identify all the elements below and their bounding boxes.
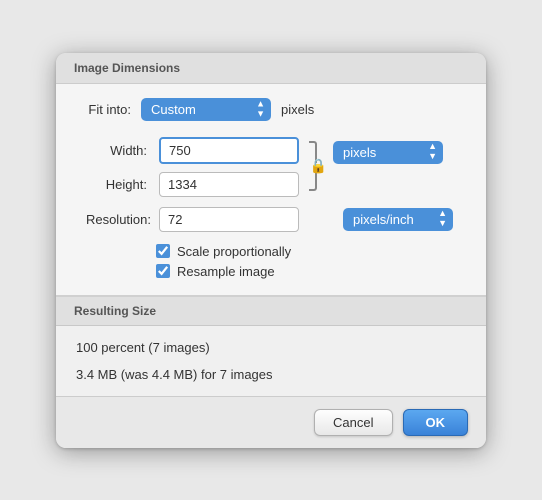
ok-button[interactable]: OK [403,409,469,436]
height-label: Height: [76,177,151,192]
resolution-row: Resolution: pixels/inch pixels/cm ▲ ▼ [76,207,466,232]
cancel-button[interactable]: Cancel [314,409,392,436]
fit-unit-label: pixels [281,102,314,117]
result-title: Resulting Size [74,304,156,318]
resolution-input[interactable] [159,207,299,232]
dialog-footer: Cancel OK [56,396,486,448]
resample-checkbox-row[interactable]: Resample image [156,264,466,279]
main-content: Fit into: Custom Original Size 640 × 480… [56,84,486,296]
section-header: Image Dimensions [56,53,486,84]
result-line-1: 100 percent (7 images) [76,340,466,355]
scale-label: Scale proportionally [177,244,291,259]
result-header: Resulting Size [56,297,486,326]
resolution-label: Resolution: [76,212,151,227]
dimension-unit-select[interactable]: pixels inches cm mm percent [333,141,443,164]
width-label: Width: [76,143,151,158]
result-line-2: 3.4 MB (was 4.4 MB) for 7 images [76,367,466,382]
scale-checkbox-row[interactable]: Scale proportionally [156,244,466,259]
resolution-unit-wrapper: pixels/inch pixels/cm ▲ ▼ [343,208,453,231]
fit-select[interactable]: Custom Original Size 640 × 480 800 × 600… [141,98,271,121]
fit-row: Fit into: Custom Original Size 640 × 480… [76,98,466,121]
resample-checkbox[interactable] [156,264,170,278]
result-body: 100 percent (7 images) 3.4 MB (was 4.4 M… [56,326,486,396]
resolution-unit-select[interactable]: pixels/inch pixels/cm [343,208,453,231]
dimension-unit-wrapper: pixels inches cm mm percent ▲ ▼ [333,141,443,164]
fit-label: Fit into: [76,102,131,117]
lock-bracket[interactable]: 🔒 [299,137,327,195]
fit-select-wrapper: Custom Original Size 640 × 480 800 × 600… [141,98,271,121]
resample-label: Resample image [177,264,275,279]
resulting-size-section: Resulting Size 100 percent (7 images) 3.… [56,296,486,396]
width-input[interactable] [159,137,299,164]
height-input[interactable] [159,172,299,197]
checkboxes-group: Scale proportionally Resample image [76,244,466,279]
image-dimensions-dialog: Image Dimensions Fit into: Custom Origin… [56,53,486,448]
lock-icon: 🔒 [310,157,327,174]
scale-checkbox[interactable] [156,244,170,258]
section-title: Image Dimensions [74,61,180,75]
